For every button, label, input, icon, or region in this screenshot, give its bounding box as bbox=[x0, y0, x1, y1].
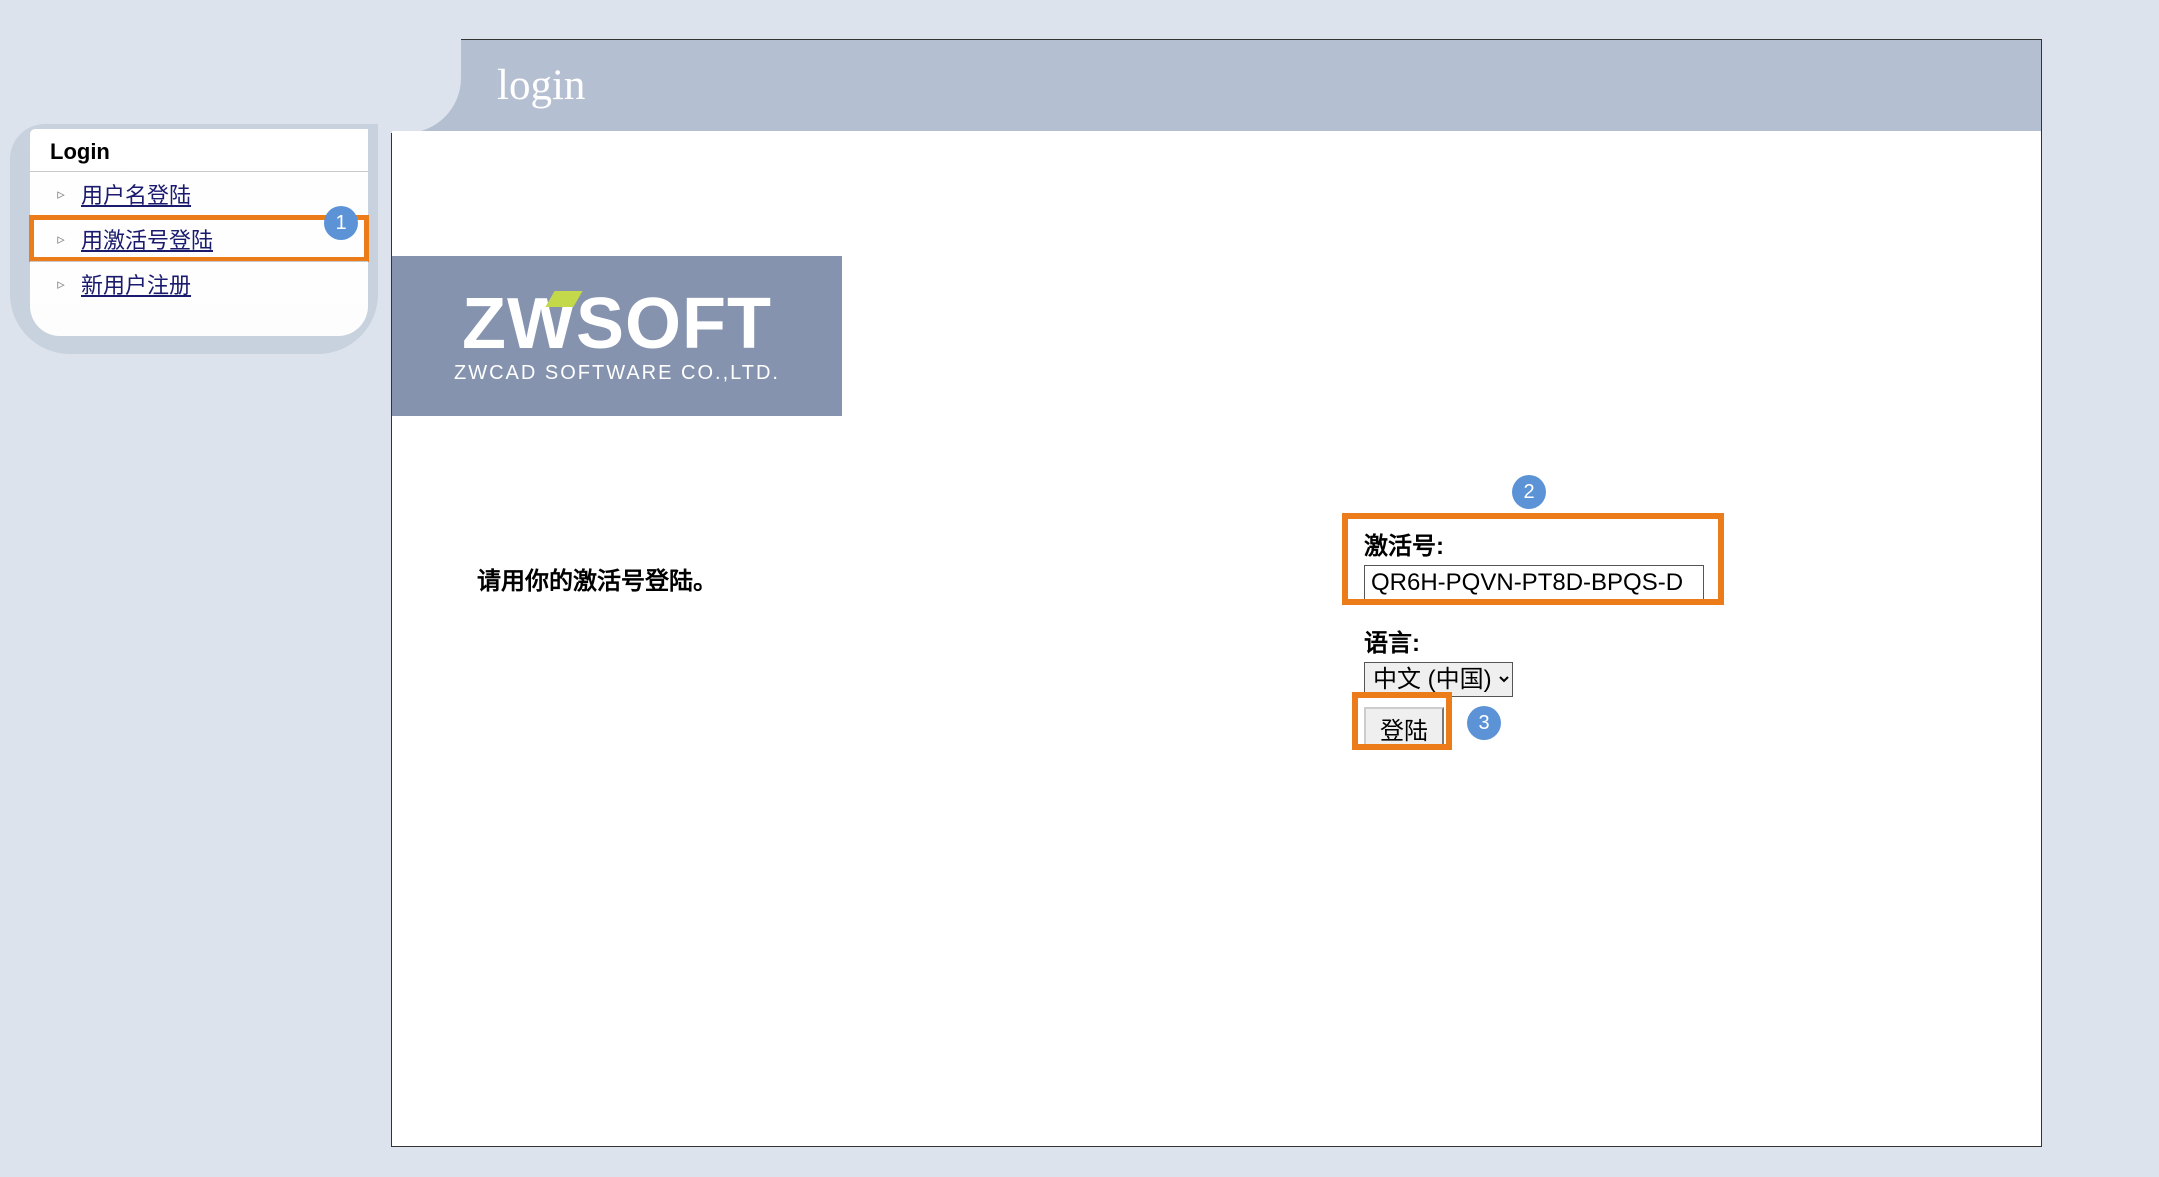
logo-subtitle: ZWCAD SOFTWARE CO.,LTD. bbox=[454, 362, 780, 385]
chevron-icon: ▹ bbox=[55, 188, 67, 200]
instruction-text: 请用你的激活号登陆。 bbox=[477, 561, 717, 596]
login-form: 激活号: 语言: 中文 (中国) 登陆 bbox=[1364, 526, 1704, 760]
annotation-badge-1: 1 bbox=[324, 206, 358, 240]
logo: ZWSOFT ZWCAD SOFTWARE CO.,LTD. bbox=[392, 256, 842, 416]
content-area: ZWSOFT ZWCAD SOFTWARE CO.,LTD. 请用你的激活号登陆… bbox=[392, 131, 2041, 1146]
annotation-badge-3: 3 bbox=[1467, 706, 1501, 740]
sidebar-item-username-login[interactable]: ▹ 用户名登陆 bbox=[30, 171, 368, 216]
header-bar: login bbox=[392, 39, 2041, 131]
sidebar-item-label: 新用户注册 bbox=[81, 268, 191, 300]
sidebar-item-register[interactable]: ▹ 新用户注册 bbox=[30, 261, 368, 306]
login-button[interactable]: 登陆 bbox=[1364, 707, 1444, 750]
annotation-badge-2: 2 bbox=[1512, 475, 1546, 509]
activation-input[interactable] bbox=[1364, 565, 1704, 601]
main-panel: login ZWSOFT ZWCAD SOFTWARE CO.,LTD. 请用你… bbox=[391, 39, 2042, 1147]
sidebar: Login ▹ 用户名登陆 ▹ 用激活号登陆 ▹ 新用户注册 bbox=[30, 129, 368, 336]
chevron-icon: ▹ bbox=[55, 278, 67, 290]
chevron-icon: ▹ bbox=[55, 233, 67, 245]
language-label: 语言: bbox=[1364, 623, 1704, 658]
sidebar-item-activation-login[interactable]: ▹ 用激活号登陆 bbox=[30, 216, 368, 261]
page-title: login bbox=[497, 61, 585, 110]
sidebar-item-label: 用激活号登陆 bbox=[81, 223, 213, 255]
language-select[interactable]: 中文 (中国) bbox=[1364, 662, 1513, 697]
logo-text-right: SOFT bbox=[576, 288, 772, 360]
sidebar-item-label: 用户名登陆 bbox=[81, 178, 191, 210]
activation-label: 激活号: bbox=[1364, 526, 1704, 561]
sidebar-title: Login bbox=[30, 129, 368, 171]
